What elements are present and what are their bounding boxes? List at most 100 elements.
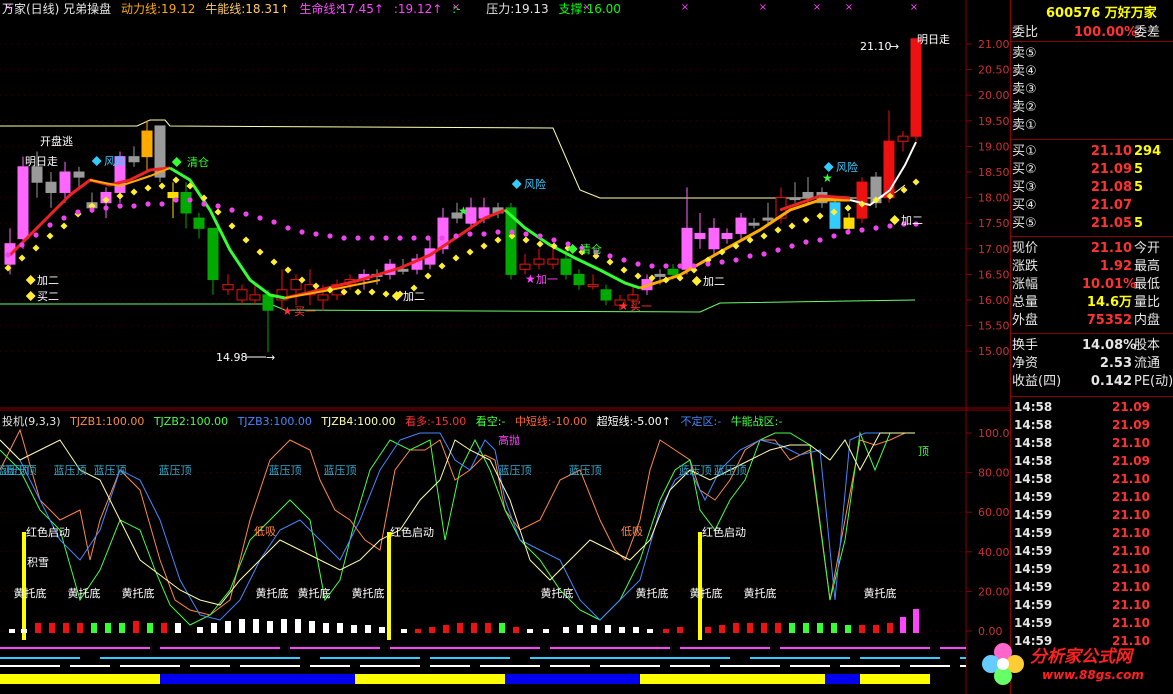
quote-separator [1010,139,1173,140]
tick-price: 21.10 [1112,526,1150,540]
histogram-bar [761,623,767,633]
support-dot [873,225,879,231]
star-icon: ★ [458,204,469,218]
candle-body [17,166,29,240]
support-dot [649,263,655,269]
ind-tick-label: 20.00 [978,585,1010,598]
chart-canvas[interactable]: 21.00 20.50 20.00 19.50 19.00 18.50 18.00 17.50… [0,0,1010,694]
support-diamond [256,248,264,256]
low-price-label: 14.98 [216,351,248,364]
support-dot [495,229,501,235]
histogram-bar [527,629,533,633]
chart-stage[interactable]: 21.00 20.50 20.00 19.50 19.00 18.50 18.00 17.50… [0,0,1173,694]
histogram-bar [663,629,669,633]
histogram-bar [379,627,385,633]
histogram-bar [591,625,597,633]
support-dot [481,231,487,237]
candle-body [180,191,192,214]
histogram-bar [309,621,315,633]
stock-title: 600576 万好万家 [1046,6,1157,21]
band-segment [640,674,825,684]
top-cross-mark: × [759,2,767,13]
histogram-bar [253,619,259,633]
candle-body [31,166,43,183]
quote-row: 卖④ [1012,63,1172,81]
candle-body [654,273,666,277]
histogram-bar [351,625,357,633]
quote-label: 现价 [1012,241,1039,256]
histogram-bar [281,619,287,633]
quote-row: 换手 14.08% 股本 [1012,337,1172,355]
candle-body [59,171,71,193]
support-diamond [382,290,390,298]
hdr-item-0: 动力线:19.12 [121,2,196,16]
red-start-label: 红色启动 [26,525,70,539]
support-diamond [466,248,474,256]
quote-row: 外盘 75352 内盘 [1012,312,1172,330]
buy-two-label: 买二 [37,290,59,303]
histogram-bar [817,623,823,633]
tick-row: 14:59 21.10 [1012,578,1172,596]
support-dot [215,203,221,209]
support-dot [173,197,179,203]
band-segment [825,674,860,684]
hdr-item-6: 支撑:16.00 [558,2,621,16]
band-segment [355,674,505,684]
tick-time: 14:58 [1014,400,1053,414]
tick-price: 21.09 [1112,454,1150,468]
candle-body [802,191,814,199]
quote-label: 买④ [1012,198,1037,213]
support-diamond [172,176,180,184]
support-diamond [144,184,152,192]
quote-extra: 流通 [1134,356,1161,371]
histogram-bar [789,623,795,633]
tick-time: 14:59 [1014,598,1053,612]
ind-item-8: 不定区:- [680,415,722,428]
candle-body [222,284,234,291]
histogram-bar [471,623,477,633]
quote-label: 换手 [1012,338,1039,353]
quote-label: 卖③ [1012,82,1037,97]
histogram-bar [845,625,851,633]
quote-extra: 5 [1134,162,1144,177]
buy-one-star-icon: ★ [618,299,629,313]
histogram-bar [267,621,273,633]
top-cross-mark: × [681,2,689,13]
ind-tick-label: 60.00 [978,506,1010,519]
support-diamond [816,212,824,220]
candle-body [290,279,302,291]
tick-row: 14:58 21.09 [1012,398,1172,416]
support-diamond [774,226,782,234]
quote-label: 涨跌 [1012,259,1039,274]
quote-row: 收益(四) 0.142 PE(动) [1012,373,1173,391]
candle-body [45,181,57,193]
top-cross-mark: × [910,2,918,13]
ind-item-7: 超短线:-5.00↑ [596,415,671,428]
add-two-label: 加二 [901,214,923,227]
histogram-bar [119,623,125,633]
histogram-bar [443,625,449,633]
snow-label: 积雪 [27,556,49,569]
candle-body [262,294,274,311]
price-tick-label: 20.50 [978,64,1010,77]
blue-top-label: 蓝压顶 [0,464,29,477]
risk-label: 风险 [524,177,546,191]
tick-row: 14:59 21.10 [1012,524,1172,542]
quote-extra: 5 [1134,180,1144,195]
add-one-label: 加一 [536,273,558,286]
tick-row: 14:59 21.10 [1012,596,1172,614]
support-dot [187,197,193,203]
yellow-bottom-label: 黄托底 [864,586,897,600]
quote-row: 卖③ [1012,81,1172,99]
support-dot [719,259,725,265]
support-diamond [760,232,768,240]
yellow-bottom-label: 黄托底 [541,586,574,600]
quote-label: 卖④ [1012,64,1037,79]
risk-diamond-icon [511,179,522,189]
quote-value: 21.08 [1090,180,1132,195]
candle-body [547,258,559,265]
candle-body [829,202,841,229]
support-dot [411,235,417,241]
ind-item-6: 中短线:-10.00 [514,415,588,428]
support-diamond [242,236,250,244]
